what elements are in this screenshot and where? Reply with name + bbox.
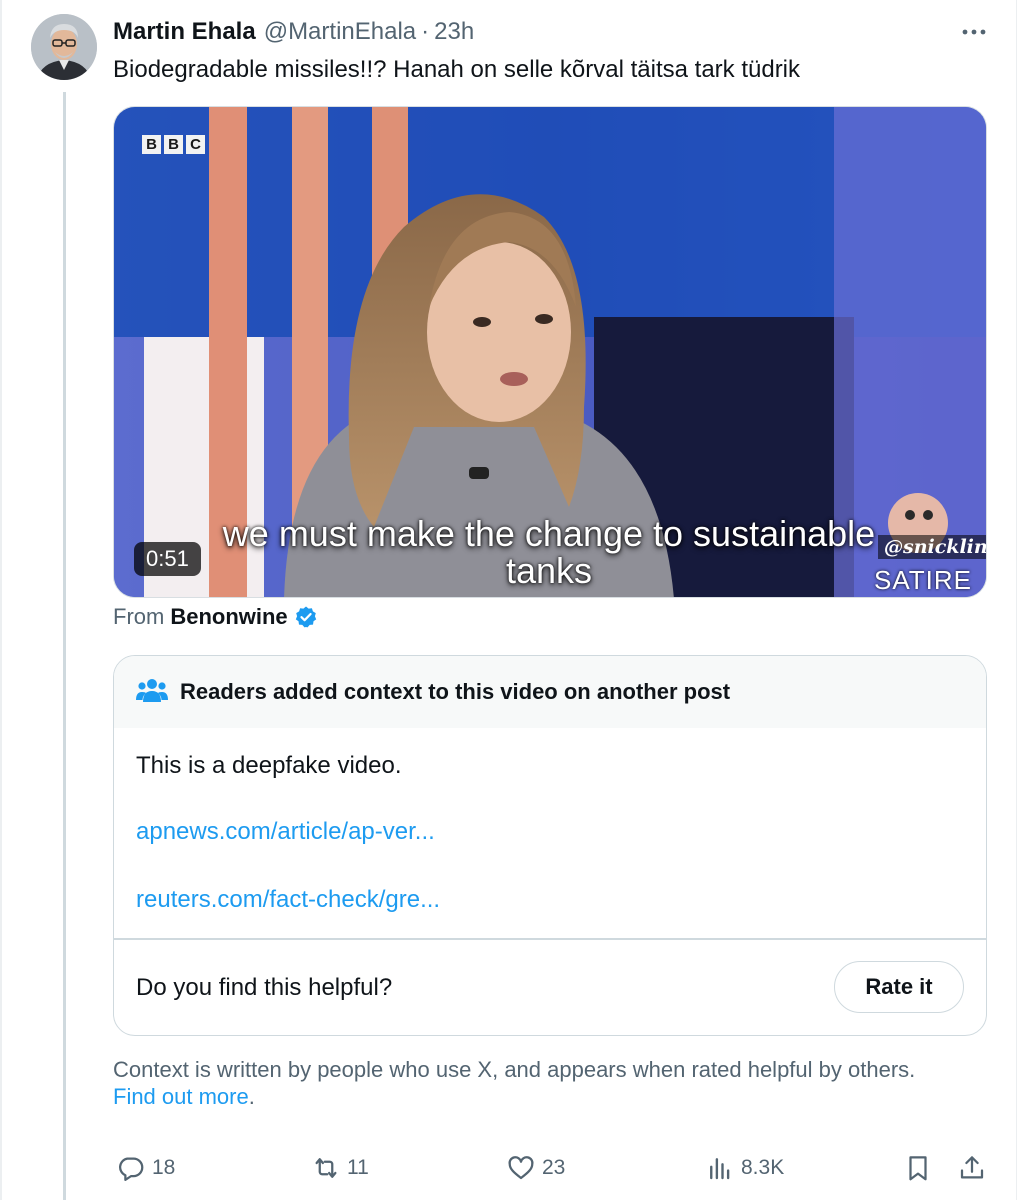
verified-badge-icon <box>294 605 318 629</box>
community-note-card: Readers added context to this video on a… <box>113 655 987 1036</box>
like-button[interactable]: 23 <box>506 1148 565 1188</box>
post-timestamp[interactable]: 23h <box>434 18 474 46</box>
repost-icon <box>311 1153 341 1183</box>
rate-it-button[interactable]: Rate it <box>834 961 964 1013</box>
video-subtitle: we must make the change to sustainable t… <box>174 515 924 589</box>
find-out-more-link[interactable]: Find out more <box>113 1084 249 1109</box>
reply-button[interactable]: 18 <box>116 1148 175 1188</box>
post-header: Martin Ehala @MartinEhala · 23h <box>113 16 474 48</box>
bbc-logo-letter: B <box>142 135 161 154</box>
heart-icon <box>506 1153 536 1183</box>
bbc-logo-letter: B <box>164 135 183 154</box>
people-icon <box>136 677 168 708</box>
like-count: 23 <box>542 1156 566 1179</box>
share-button[interactable] <box>957 1148 987 1188</box>
view-count: 8.3K <box>741 1156 785 1179</box>
bbc-logo-letter: C <box>186 135 205 154</box>
views-button[interactable]: 8.3K <box>705 1148 784 1188</box>
video-attribution: From Benonwine <box>113 604 318 630</box>
header-separator: · <box>421 18 430 45</box>
community-note-title: Readers added context to this video on a… <box>180 679 731 704</box>
user-handle[interactable]: @MartinEhala <box>264 18 416 46</box>
video-subtitle-line: tanks <box>505 550 593 591</box>
community-note-body: This is a deepfake video. apnews.com/art… <box>114 752 986 914</box>
source-account-link[interactable]: Benonwine <box>170 604 287 630</box>
video-player[interactable]: B B C we must make the change to sustain… <box>113 106 987 598</box>
video-subtitle-line: we must make the change to sustainable <box>222 513 876 554</box>
post-action-bar: 18 11 23 8.3K <box>113 1148 993 1188</box>
community-notes-disclaimer: Context is written by people who use X, … <box>113 1056 993 1110</box>
reply-count: 18 <box>152 1156 176 1179</box>
bookmark-icon <box>903 1153 933 1183</box>
post-text: Biodegradable missiles!!? Hanah on selle… <box>113 56 801 83</box>
bookmark-button[interactable] <box>903 1148 933 1188</box>
analytics-icon <box>705 1153 735 1183</box>
watermark-handle: @snicklink <box>878 535 986 559</box>
bbc-logo: B B C <box>142 135 205 154</box>
repost-count: 11 <box>347 1156 369 1179</box>
more-options-icon[interactable] <box>958 20 990 44</box>
note-source-link[interactable]: reuters.com/fact-check/gre... <box>136 886 964 914</box>
avatar[interactable] <box>31 14 97 80</box>
community-note-text: This is a deepfake video. <box>136 752 402 779</box>
from-label: From <box>113 604 165 629</box>
video-duration-badge: 0:51 <box>134 542 201 576</box>
divider <box>114 938 986 940</box>
note-source-link[interactable]: apnews.com/article/ap-ver... <box>136 818 964 846</box>
disclaimer-suffix: . <box>248 1084 255 1109</box>
watermark-satire-label: SATIRE <box>874 565 972 595</box>
community-note-header: Readers added context to this video on a… <box>114 656 986 728</box>
helpful-question: Do you find this helpful? <box>136 974 393 1001</box>
thread-connector-line <box>63 92 66 1200</box>
display-name[interactable]: Martin Ehala <box>113 18 256 46</box>
share-icon <box>957 1153 987 1183</box>
reply-icon <box>116 1153 146 1183</box>
repost-button[interactable]: 11 <box>311 1148 369 1188</box>
window-frame-left <box>0 0 2 1200</box>
disclaimer-text: Context is written by people who use X, … <box>113 1057 916 1082</box>
